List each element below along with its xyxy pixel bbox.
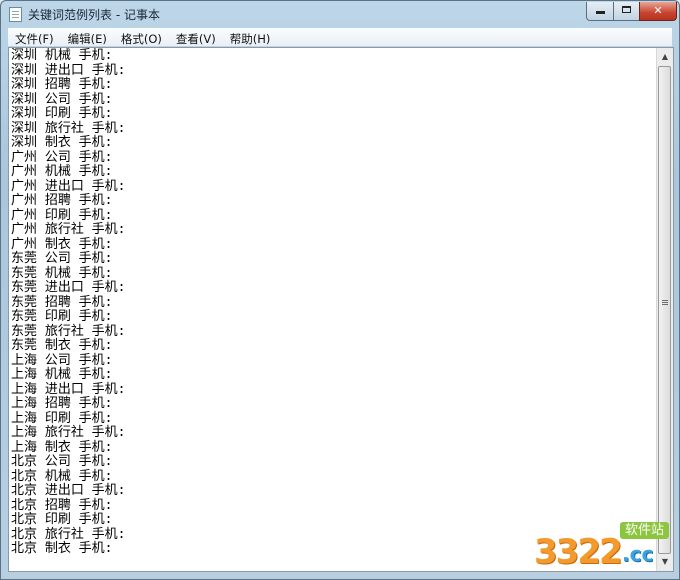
vertical-scrollbar[interactable]: ▲ ▼ bbox=[656, 48, 673, 571]
menu-file[interactable]: 文件(F) bbox=[8, 30, 61, 48]
text-line: 深圳 公司 手机: bbox=[11, 91, 113, 107]
text-line: 上海 制衣 手机: bbox=[11, 439, 113, 455]
text-line: 北京 公司 手机: bbox=[11, 454, 113, 469]
text-line: 东莞 印刷 手机: bbox=[11, 309, 113, 324]
text-line: 东莞 旅行社 手机: bbox=[11, 323, 126, 339]
text-line: 东莞 制衣 手机: bbox=[11, 338, 113, 353]
text-line: 广州 招聘 手机: bbox=[11, 193, 113, 208]
text-line: 广州 公司 手机: bbox=[11, 149, 113, 165]
text-line: 深圳 印刷 手机: bbox=[11, 106, 113, 121]
text-line: 上海 进出口 手机: bbox=[11, 381, 126, 397]
text-line: 东莞 机械 手机: bbox=[11, 265, 113, 281]
scroll-thumb[interactable] bbox=[658, 66, 671, 554]
text-line: 东莞 进出口 手机: bbox=[11, 280, 126, 295]
text-line: 深圳 旅行社 手机: bbox=[11, 120, 126, 136]
notepad-icon[interactable] bbox=[9, 7, 22, 22]
text-line: 北京 旅行社 手机: bbox=[11, 526, 126, 542]
text-line: 深圳 进出口 手机: bbox=[11, 62, 126, 78]
text-line: 广州 进出口 手机: bbox=[11, 178, 126, 194]
text-line: 上海 机械 手机: bbox=[11, 367, 113, 382]
menu-bar: 文件(F) 编辑(E) 格式(O) 查看(V) 帮助(H) bbox=[8, 28, 672, 47]
minimize-icon bbox=[595, 11, 605, 14]
text-line: 东莞 公司 手机: bbox=[11, 251, 113, 266]
text-line: 北京 机械 手机: bbox=[11, 468, 113, 484]
notepad-window: 关键词范例列表 - 记事本 ✕ 文件(F) 编辑(E) 格式(O) 查看(V) 帮助(H… bbox=[0, 0, 680, 580]
close-icon: ✕ bbox=[653, 4, 663, 17]
menu-edit[interactable]: 编辑(E) bbox=[61, 30, 114, 48]
watermark-number: 3322 bbox=[534, 532, 623, 572]
text-line: 深圳 制衣 手机: bbox=[11, 135, 113, 150]
text-line: 上海 公司 手机: bbox=[11, 352, 113, 368]
title-bar[interactable]: 关键词范例列表 - 记事本 ✕ bbox=[1, 1, 679, 27]
text-line: 深圳 招聘 手机: bbox=[11, 77, 113, 92]
minimize-button[interactable] bbox=[586, 2, 614, 21]
document-text[interactable]: 深圳 机械 手机: 深圳 进出口 手机: 深圳 招聘 手机: 深圳 公司 手机:… bbox=[11, 48, 126, 557]
text-line: 上海 印刷 手机: bbox=[11, 410, 113, 426]
text-line: 北京 进出口 手机: bbox=[11, 483, 126, 498]
text-line: 北京 招聘 手机: bbox=[11, 497, 113, 513]
text-line: 上海 招聘 手机: bbox=[11, 396, 113, 411]
watermark-site: 软件站 bbox=[620, 522, 670, 539]
close-button[interactable]: ✕ bbox=[639, 2, 677, 21]
menu-format[interactable]: 格式(O) bbox=[114, 30, 169, 48]
text-line: 东莞 招聘 手机: bbox=[11, 294, 113, 310]
menu-help[interactable]: 帮助(H) bbox=[223, 30, 278, 48]
text-line: 北京 制衣 手机: bbox=[11, 541, 113, 556]
text-line: 广州 制衣 手机: bbox=[11, 236, 113, 252]
scroll-up-button[interactable]: ▲ bbox=[658, 49, 672, 65]
text-line: 上海 旅行社 手机: bbox=[11, 425, 126, 440]
text-line: 广州 旅行社 手机: bbox=[11, 222, 126, 237]
text-line: 深圳 机械 手机: bbox=[11, 48, 113, 63]
window-title: 关键词范例列表 - 记事本 bbox=[28, 8, 160, 22]
grip-icon bbox=[662, 300, 668, 301]
text-line: 北京 印刷 手机: bbox=[11, 512, 113, 527]
watermark-domain: .cc bbox=[622, 542, 654, 566]
menu-view[interactable]: 查看(V) bbox=[169, 30, 223, 48]
text-line: 广州 机械 手机: bbox=[11, 164, 113, 179]
watermark-logo: 3322 软件站 .cc bbox=[530, 520, 670, 572]
text-line: 广州 印刷 手机: bbox=[11, 207, 113, 223]
maximize-icon bbox=[622, 6, 631, 13]
arrow-up-icon: ▲ bbox=[661, 52, 669, 61]
text-editor[interactable]: 深圳 机械 手机: 深圳 进出口 手机: 深圳 招聘 手机: 深圳 公司 手机:… bbox=[8, 47, 674, 572]
maximize-button[interactable] bbox=[613, 2, 640, 21]
